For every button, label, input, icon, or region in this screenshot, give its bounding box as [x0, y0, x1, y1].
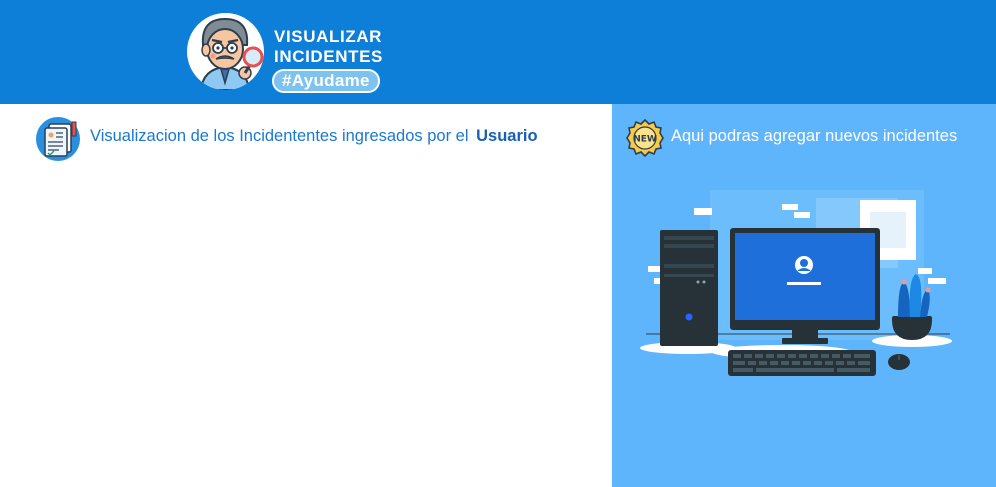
computer-setup-illustration [636, 186, 958, 386]
new-badge-icon: NEW [625, 118, 665, 158]
page-title-line2: INCIDENTES [274, 47, 383, 66]
user-label: Usuario [476, 127, 538, 145]
svg-text:NEW: NEW [633, 135, 657, 145]
inspector-avatar-icon [187, 13, 264, 90]
header-bar: VISUALIZAR INCIDENTES #Ayudame [0, 0, 996, 104]
new-incident-panel[interactable]: NEW Aqui podras agregar nuevos incidente… [612, 104, 996, 487]
incident-list-description: Visualizacion de los Incidententes ingre… [90, 127, 538, 146]
incident-list-section: Visualizacion de los Incidententes ingre… [0, 104, 612, 487]
new-incident-description: Aqui podras agregar nuevos incidentes [671, 127, 958, 145]
page: VISUALIZAR INCIDENTES #Ayudame Visualiza… [0, 0, 996, 487]
hashtag-badge: #Ayudame [272, 69, 380, 93]
page-title-line1: VISUALIZAR [274, 27, 382, 46]
incident-list-text: Visualizacion de los Incidententes ingre… [90, 127, 469, 145]
document-report-icon [35, 116, 81, 162]
